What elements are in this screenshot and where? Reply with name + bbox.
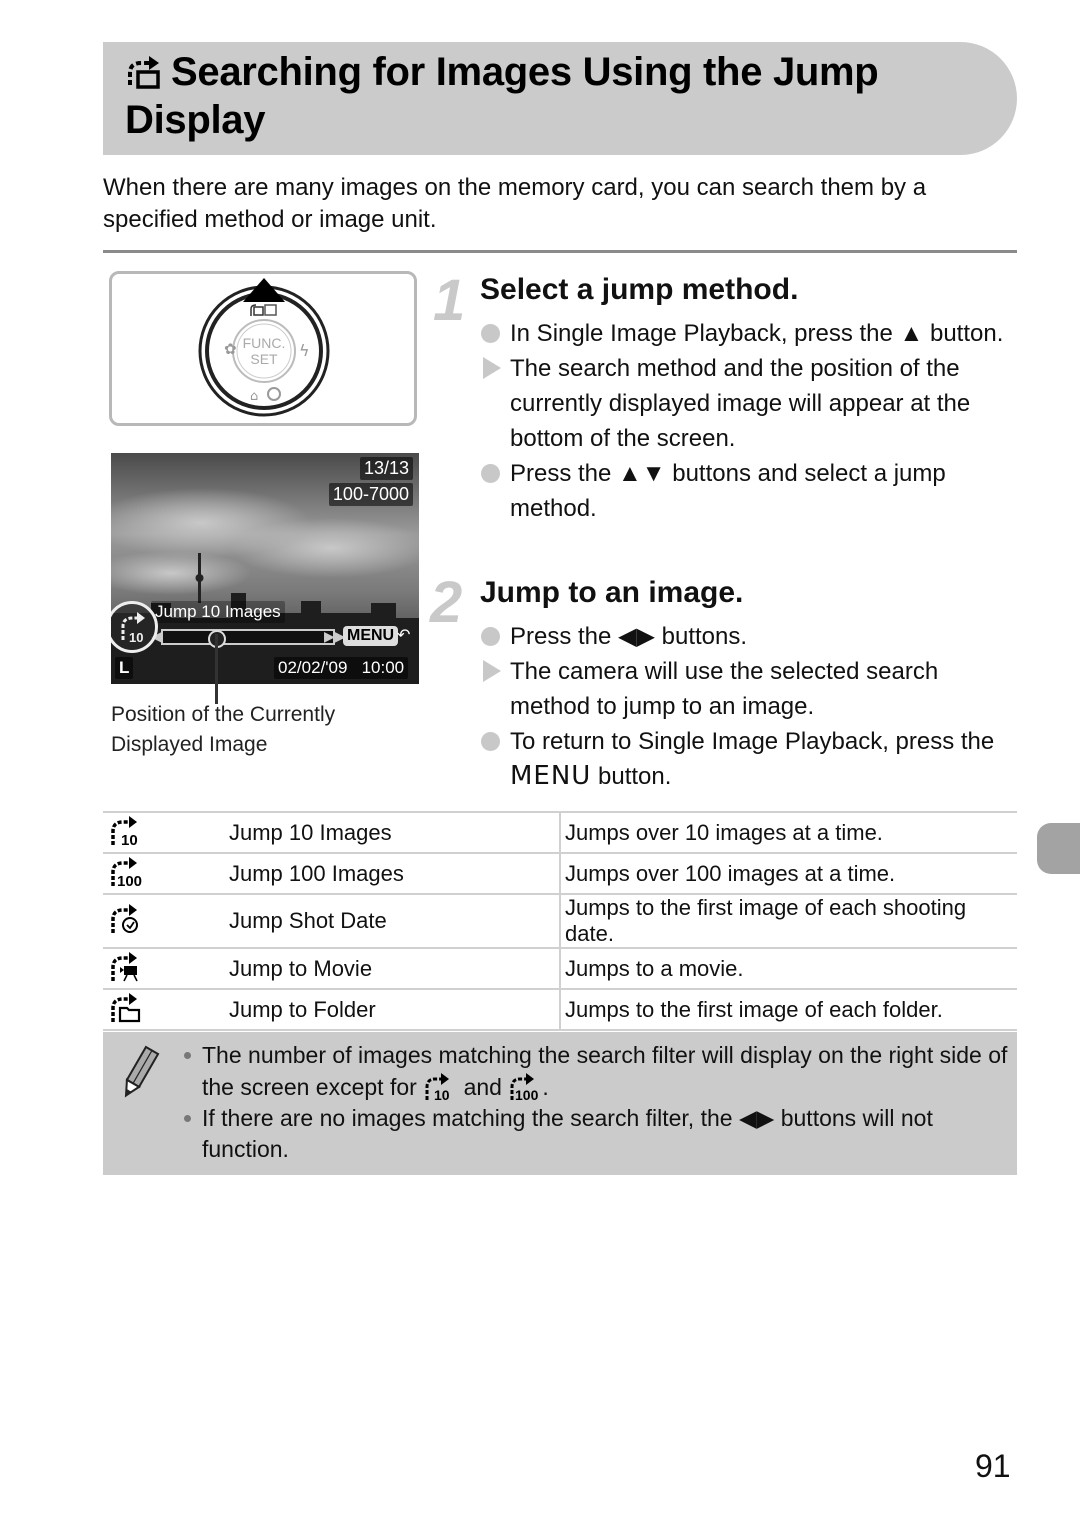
flash-icon: ϟ — [299, 341, 310, 360]
step-1-title: Select a jump method. — [480, 273, 799, 306]
jump-method-description: Jumps to a movie. — [559, 947, 1017, 989]
menu-button-label: MENU — [510, 761, 592, 791]
jump-method-description: Jumps over 100 images at a time. — [559, 852, 1017, 894]
jump-method-name: Jump to Movie — [149, 947, 560, 989]
step-1-item-1: In Single Image Playback, press the ▲ bu… — [480, 316, 1015, 351]
jump-100-icon: 100 — [510, 1073, 539, 1101]
step-2-item-3: To return to Single Image Playback, pres… — [480, 724, 1015, 794]
table-row: Jump to Folder Jumps to the first image … — [103, 988, 1017, 1031]
svg-text:10: 10 — [121, 832, 138, 846]
image-count: 13/13 — [359, 457, 413, 480]
page-title-text: Searching for Images Using the Jump Disp… — [125, 50, 879, 142]
note-item-2: If there are no images matching the sear… — [180, 1103, 1010, 1165]
table-row: Jump to Movie Jumps to a movie. — [103, 947, 1017, 989]
step-2-list: Press the ◀▶ buttons. The camera will us… — [480, 619, 1015, 794]
time-label: 10:00 — [361, 658, 405, 677]
folder-file-number: 100-7000 — [328, 483, 413, 506]
menu-badge: MENU — [343, 626, 399, 646]
macro-icon: ✿ — [224, 340, 237, 358]
step-number-1: 1 — [433, 268, 466, 333]
jump-100-icon: 100 — [111, 856, 142, 890]
jump-method-name: Jump 10 Images — [149, 811, 560, 853]
table-row: 10 Jump 10 Images Jumps over 10 images a… — [103, 811, 1017, 853]
jump-method-description: Jumps to the first image of each shootin… — [559, 893, 1017, 948]
note-item-1-and: and — [457, 1074, 509, 1100]
svg-text:10: 10 — [129, 630, 143, 645]
callout-label: Position of the Currently Displayed Imag… — [111, 703, 336, 756]
note-item-1: The number of images matching the search… — [180, 1040, 1010, 1103]
pencil-icon — [124, 1045, 160, 1098]
step-1-list: In Single Image Playback, press the ▲ bu… — [480, 316, 1015, 526]
step-2-item-3-text: To return to Single Image Playback, pres… — [510, 728, 995, 755]
func-label: FUNC. — [243, 335, 286, 351]
jump-method-name: Jump 100 Images — [149, 852, 560, 894]
date-time: 02/02/'09 10:00 — [274, 657, 409, 679]
jump-method-description: Jumps over 10 images at a time. — [559, 811, 1017, 853]
section-divider — [103, 250, 1017, 253]
control-dial-illustration: FUNC. SET ✿ ϟ ⌂ — [109, 271, 417, 426]
step-2-item-3-text-end: button. — [591, 763, 672, 790]
step-2-item-2: The camera will use the selected search … — [480, 654, 1015, 724]
jump-method-name: Jump Shot Date — [149, 893, 560, 948]
callout-line — [215, 634, 218, 704]
jump-mode-label: Jump 10 Images — [151, 601, 285, 623]
page-title: Searching for Images Using the Jump Disp… — [125, 48, 997, 144]
jump-10-icon: 10 — [111, 815, 138, 849]
svg-text:10: 10 — [434, 1087, 450, 1101]
intro-paragraph: When there are many images on the memory… — [103, 174, 927, 233]
table-row: Jump Shot Date Jumps to the first image … — [103, 893, 1017, 948]
date-label: 02/02/'09 — [278, 658, 348, 677]
chapter-side-tab — [1037, 823, 1080, 874]
step-1-item-2: The search method and the position of th… — [480, 351, 1015, 456]
step-2-item-1: Press the ◀▶ buttons. — [480, 619, 1015, 654]
control-dial-svg: FUNC. SET ✿ ϟ ⌂ — [198, 278, 330, 417]
delete-icon: ⌂ — [250, 389, 258, 404]
jump-10-icon: 10 — [121, 612, 145, 645]
jump-mode-selector: 10 — [111, 601, 158, 653]
note-list: The number of images matching the search… — [180, 1040, 1010, 1165]
step-number-2: 2 — [430, 570, 463, 635]
table-row: 100 Jump 100 Images Jumps over 100 image… — [103, 852, 1017, 894]
jump-movie-icon — [111, 951, 138, 981]
page-number: 91 — [975, 1448, 1011, 1484]
image-size-icon: L — [115, 657, 134, 679]
step-2-title: Jump to an image. — [480, 576, 744, 609]
jump-method-name: Jump to Folder — [149, 988, 560, 1031]
jump-10-icon: 10 — [425, 1073, 450, 1101]
title-banner: Searching for Images Using the Jump Disp… — [103, 42, 1017, 155]
set-label: SET — [250, 351, 278, 367]
jump-shot-date-icon — [111, 904, 138, 933]
jump-icon — [128, 56, 160, 89]
return-icon: ↶ — [397, 627, 411, 644]
note-item-1-text: The number of images matching the search… — [202, 1042, 1008, 1100]
jump-folder-icon — [111, 992, 141, 1022]
svg-text:100: 100 — [515, 1087, 539, 1101]
note-item-1-end: . — [542, 1074, 549, 1100]
image-position-bar — [161, 629, 335, 645]
jump-method-description: Jumps to the first image of each folder. — [559, 988, 1017, 1031]
camera-lcd-screen: 13/13 100-7000 Jump 10 Images ◀ ▶▶ MENU … — [111, 453, 419, 684]
step-1-item-3: Press the ▲▼ buttons and select a jump m… — [480, 456, 1015, 526]
svg-text:100: 100 — [117, 873, 142, 887]
jump-methods-table: 10 Jump 10 Images Jumps over 10 images a… — [103, 811, 1017, 1031]
